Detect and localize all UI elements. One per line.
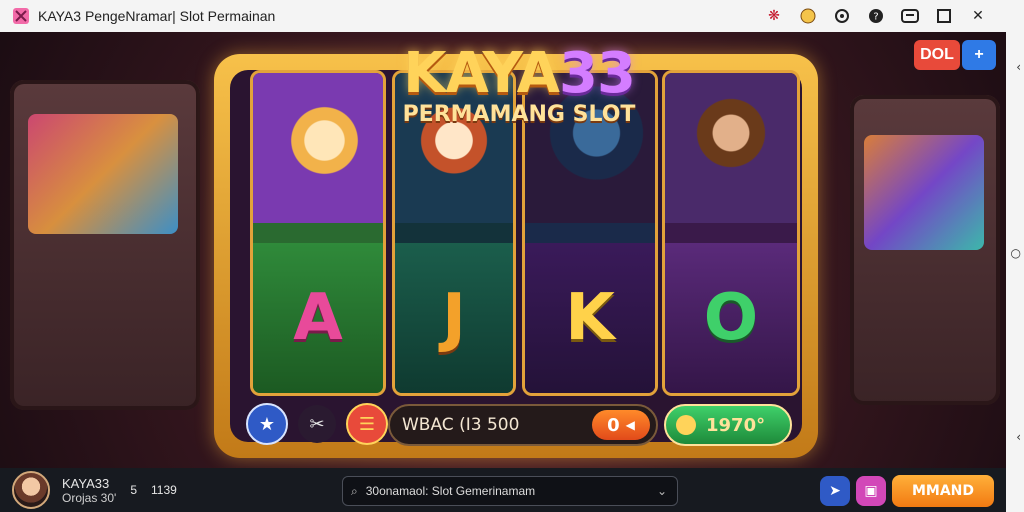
- favorite-button[interactable]: ★: [246, 403, 288, 445]
- win-panel[interactable]: 1970°: [664, 404, 792, 446]
- arcade-machine-left: [10, 80, 200, 410]
- reel-2-symbol: J: [395, 243, 513, 393]
- logo-title-right: 33: [558, 41, 636, 106]
- close-icon[interactable]: ✕: [968, 6, 988, 26]
- menu-button[interactable]: ☰: [346, 403, 388, 445]
- gift-icon[interactable]: ❋: [764, 6, 784, 26]
- reel-1-symbol-text: A: [293, 281, 343, 355]
- boost-button[interactable]: ➤: [820, 476, 850, 506]
- reel-3-symbol: K: [525, 243, 655, 393]
- chat-icon[interactable]: [900, 6, 920, 26]
- bet-value: 0: [607, 414, 620, 436]
- help-icon[interactable]: ?: [866, 6, 886, 26]
- reel-4-symbol: O: [665, 243, 797, 393]
- window-icon[interactable]: [934, 6, 954, 26]
- search-input[interactable]: [363, 483, 657, 499]
- menu-icon: ☰: [358, 413, 376, 435]
- primary-cta-button[interactable]: MMAND: [892, 475, 994, 507]
- reel-1: A: [250, 70, 386, 396]
- slot-game-screen: KAYA3 PengeNramar| Slot Permainan ❋ ? ✕ …: [0, 0, 1024, 512]
- reel-1-character-art: [253, 73, 383, 223]
- user-subtitle: Orojas 30': [62, 490, 117, 505]
- logo-title-left: KAYA: [403, 41, 560, 106]
- user-name: KAYA33: [62, 475, 110, 491]
- chevron-down-icon[interactable]: ⌄: [657, 484, 667, 498]
- arcade-machine-right: [850, 95, 1000, 405]
- arcade-screen-right: [864, 135, 984, 250]
- tools-button[interactable]: ✂: [298, 405, 336, 443]
- chevron-left-icon[interactable]: ‹: [1016, 430, 1021, 444]
- dol-button[interactable]: DOL: [914, 40, 960, 70]
- rocket-icon: ➤: [829, 483, 841, 499]
- tools-icon: ✂: [309, 413, 325, 435]
- tv-button[interactable]: ▣: [856, 476, 886, 506]
- reel-1-symbol: A: [253, 243, 383, 393]
- user-info: KAYA33 Orojas 30': [62, 476, 116, 505]
- title-bar-icons: ❋ ? ✕: [764, 6, 988, 26]
- stat-b: 1139: [151, 483, 177, 497]
- target-icon[interactable]: [832, 6, 852, 26]
- search-icon: ⌕: [351, 483, 358, 498]
- stat-a: 5: [130, 483, 138, 497]
- primary-cta-label: MMAND: [911, 483, 975, 499]
- game-cube-icon: [10, 5, 32, 27]
- triangle-left-icon: ◀: [625, 418, 635, 432]
- bet-label: WBAC (I3 500: [402, 415, 520, 435]
- logo-subtitle: PERMAMANG SLOT: [402, 102, 636, 127]
- circle-icon[interactable]: ○: [1011, 246, 1021, 260]
- left-controls: ★ ✂ ☰: [246, 402, 388, 446]
- arcade-screen-left: [28, 114, 178, 234]
- chevron-left-icon[interactable]: ‹: [1016, 60, 1021, 74]
- dol-label: DOL: [920, 46, 954, 63]
- coin-icon: [676, 415, 696, 435]
- reel-2-symbol-text: J: [442, 281, 466, 355]
- bet-panel: WBAC (I3 500 0 ◀: [388, 404, 658, 446]
- add-button[interactable]: +: [962, 40, 996, 70]
- reel-3-symbol-text: K: [565, 281, 615, 355]
- title-bar: KAYA3 PengeNramar| Slot Permainan ❋ ? ✕: [0, 0, 1006, 32]
- window-title: KAYA3 PengeNramar| Slot Permainan: [38, 8, 276, 24]
- game-logo: KAYA33 PERMAMANG SLOT: [384, 44, 654, 128]
- avatar[interactable]: [12, 471, 50, 509]
- reel-4-character-art: [665, 73, 797, 223]
- search-box[interactable]: ⌕ ⌄: [342, 476, 678, 506]
- add-label: +: [974, 46, 984, 63]
- bottom-bar: KAYA33 Orojas 30' 5 1139 ⌕ ⌄ ➤ ▣ MMAND: [0, 468, 1006, 512]
- coin-icon[interactable]: [798, 6, 818, 26]
- logo-title: KAYA33: [384, 44, 654, 104]
- reel-4: O: [662, 70, 800, 396]
- star-icon: ★: [258, 413, 276, 435]
- svg-text:?: ?: [873, 12, 878, 23]
- reel-4-symbol-text: O: [703, 281, 759, 355]
- win-value: 1970°: [706, 414, 766, 436]
- tv-icon: ▣: [864, 483, 878, 499]
- side-navigation-edge: ‹ ○ ‹: [1006, 0, 1024, 512]
- bet-value-button[interactable]: 0 ◀: [592, 410, 650, 440]
